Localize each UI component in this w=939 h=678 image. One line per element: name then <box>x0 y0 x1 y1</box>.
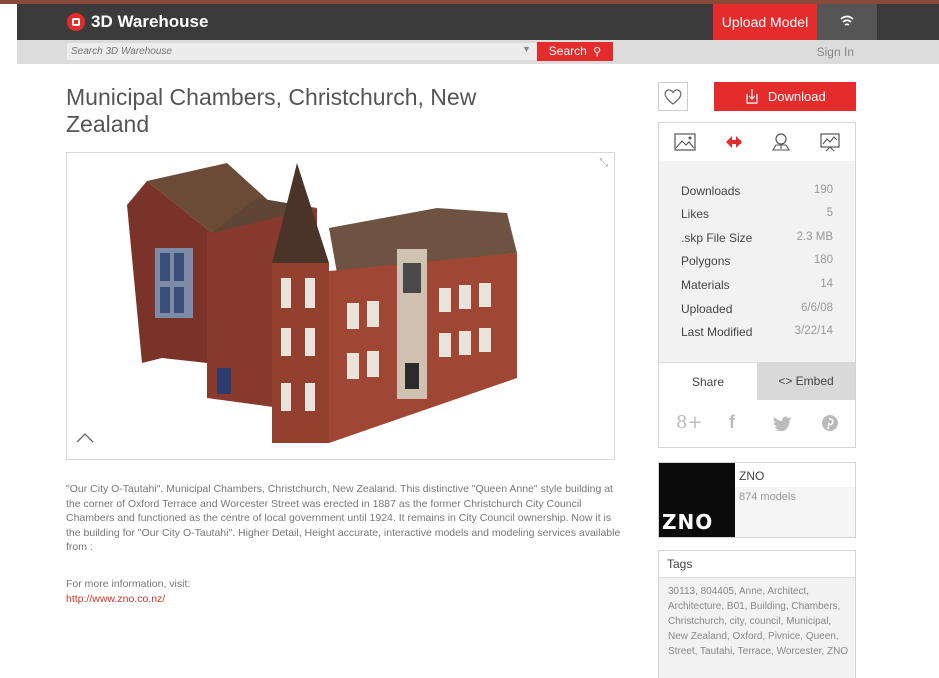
search-button-label: Search <box>548 44 587 58</box>
presentation-chart-icon[interactable] <box>819 132 841 152</box>
author-name[interactable]: ZNO <box>739 469 764 483</box>
stat-row: Uploaded 6/6/08 <box>681 302 833 316</box>
chevron-up-icon[interactable] <box>75 427 95 447</box>
download-label: Download <box>767 89 826 104</box>
author-card[interactable]: ZNO ZNO 874 models <box>658 462 856 538</box>
search-button[interactable]: Search ⚲ <box>537 42 613 61</box>
google-plus-icon[interactable]: 8+ <box>676 412 703 433</box>
view-icon-row <box>659 123 855 162</box>
model-title: Municipal Chambers, Christchurch, New Ze… <box>66 84 477 137</box>
warehouse-logo-icon <box>67 13 85 31</box>
location-pin-icon[interactable] <box>770 132 792 152</box>
tags-panel: Tags 30113, 804405, Anne, Architect, Arc… <box>658 550 856 678</box>
stat-row: Downloads 190 <box>681 184 833 198</box>
top-navbar: 3D Warehouse Upload Model <box>17 4 939 40</box>
tags-list[interactable]: 30113, 804405, Anne, Architect, Architec… <box>668 584 853 659</box>
stat-row: .skp File Size 2.3 MB <box>681 231 833 245</box>
like-button[interactable] <box>658 82 688 111</box>
share-embed-tabs: Share <> Embed <box>659 362 855 400</box>
download-button[interactable]: Download <box>714 82 856 111</box>
author-website-link[interactable]: http://www.zno.co.nz/ <box>66 593 165 605</box>
facebook-icon[interactable]: f <box>729 412 735 433</box>
avatar[interactable]: ZNO <box>659 463 735 537</box>
author-model-count[interactable]: 874 models <box>739 491 796 503</box>
logo[interactable]: 3D Warehouse <box>67 12 208 32</box>
3d-view-icon[interactable] <box>723 132 745 152</box>
search-bar: ▼ Search ⚲ Sign In <box>17 40 939 64</box>
tags-title: Tags <box>667 557 693 571</box>
download-row: Download <box>658 82 856 111</box>
search-dropdown-caret-icon[interactable]: ▼ <box>522 44 531 54</box>
upload-model-button[interactable]: Upload Model <box>713 4 817 40</box>
avatar-logo-text: ZNO <box>662 510 714 534</box>
model-info-panel: Downloads 190 Likes 5 .skp File Size 2.3 MB… <box>658 122 856 448</box>
search-icon: ⚲ <box>593 46 602 58</box>
more-info-text: For more information, visit: <box>66 578 191 590</box>
download-icon <box>746 89 758 104</box>
logo-text: 3D Warehouse <box>91 12 209 31</box>
sign-in-link[interactable]: Sign In <box>817 45 854 59</box>
tags-header: Tags <box>659 551 855 578</box>
tab-embed[interactable]: <> Embed <box>757 362 855 400</box>
stat-row: Last Modified 3/22/14 <box>681 325 833 339</box>
stats-table: Downloads 190 Likes 5 .skp File Size 2.3 MB… <box>659 161 855 362</box>
model-preview-image <box>127 163 517 443</box>
model-description: "Our City O-Tautahi". Municipal Chambers… <box>66 483 621 554</box>
image-icon[interactable] <box>674 132 696 152</box>
stat-row: Polygons 180 <box>681 254 833 268</box>
model-viewer[interactable]: ⤡ <box>66 152 615 460</box>
heart-icon <box>664 89 682 105</box>
pinterest-icon[interactable] <box>821 414 839 432</box>
tab-share[interactable]: Share <box>659 362 757 400</box>
search-input[interactable] <box>67 43 537 60</box>
wifi-menu-icon <box>840 15 854 26</box>
menu-button[interactable] <box>817 4 877 40</box>
stat-row: Likes 5 <box>681 207 833 221</box>
twitter-icon[interactable] <box>772 415 792 431</box>
social-share-row: 8+ f <box>659 400 855 447</box>
stat-row: Materials 14 <box>681 278 833 292</box>
